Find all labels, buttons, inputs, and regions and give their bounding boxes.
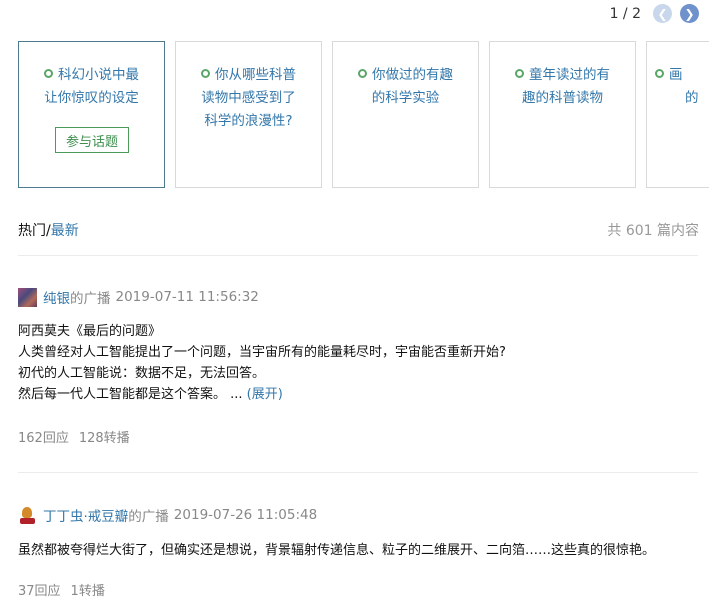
- feed-post: 丁丁虫·戒豆瓣 的广播 2019-07-26 11:05:48 虽然都被夸得烂大…: [18, 505, 698, 599]
- topic-title[interactable]: 画 的: [655, 64, 709, 110]
- content-count: 共 601 篇内容: [607, 223, 699, 239]
- topic-dot-icon: [44, 69, 53, 78]
- post-timestamp[interactable]: 2019-07-26 11:05:48: [174, 507, 317, 523]
- post-action: 的广播: [128, 509, 169, 525]
- pagination: 1 / 2 ❮ ❯: [610, 4, 699, 23]
- avatar[interactable]: [18, 287, 37, 307]
- replies-link[interactable]: 37回应: [18, 584, 61, 599]
- avatar[interactable]: [18, 505, 37, 525]
- topic-card[interactable]: 画 的: [646, 41, 709, 188]
- topic-card[interactable]: 你做过的有趣 的科学实验: [332, 41, 479, 188]
- topic-title[interactable]: 童年读过的有 趣的科普读物: [502, 64, 623, 110]
- post-stats: 37回应 1转播: [18, 580, 698, 599]
- divider: [18, 472, 698, 473]
- topic-carousel: 科幻小说中最 让你惊叹的设定 参与话题 你从哪些科普 读物中感受到了 科学的浪漫…: [18, 41, 709, 188]
- tab-latest[interactable]: 最新: [51, 223, 79, 239]
- tab-hot[interactable]: 热门: [18, 223, 46, 239]
- feed-post: 纯银 的广播 2019-07-11 11:56:32 阿西莫夫《最后的问题》 人…: [18, 287, 698, 446]
- feed-tabs-row: 热门/最新 共 601 篇内容: [18, 220, 709, 240]
- topic-dot-icon: [201, 69, 210, 78]
- expand-link[interactable]: (展开): [247, 387, 283, 402]
- post-stats: 162回应 128转播: [18, 427, 698, 446]
- divider: [18, 255, 698, 256]
- replies-link[interactable]: 162回应: [18, 431, 69, 446]
- chevron-right-icon[interactable]: ❯: [680, 4, 699, 23]
- username-link[interactable]: 丁丁虫·戒豆瓣: [43, 505, 128, 525]
- reposts-link[interactable]: 1转播: [71, 584, 105, 599]
- post-content: 虽然都被夸得烂大街了，但确实还是想说，背景辐射传递信息、粒子的二维展开、二向箔……: [18, 543, 656, 558]
- topic-dot-icon: [515, 69, 524, 78]
- post-header: 纯银 的广播 2019-07-11 11:56:32: [18, 287, 698, 307]
- sort-tabs: 热门/最新: [18, 220, 79, 240]
- topic-card[interactable]: 童年读过的有 趣的科普读物: [489, 41, 636, 188]
- post-timestamp[interactable]: 2019-07-11 11:56:32: [116, 289, 259, 305]
- post-content: 阿西莫夫《最后的问题》 人类曾经对人工智能提出了一个问题，当宇宙所有的能量耗尽时…: [18, 324, 506, 402]
- post-action: 的广播: [70, 291, 111, 307]
- topic-card[interactable]: 科幻小说中最 让你惊叹的设定 参与话题: [18, 41, 165, 188]
- join-topic-button[interactable]: 参与话题: [55, 127, 129, 153]
- topic-card[interactable]: 你从哪些科普 读物中感受到了 科学的浪漫性?: [175, 41, 322, 188]
- topic-title[interactable]: 你做过的有趣 的科学实验: [345, 64, 466, 110]
- reposts-link[interactable]: 128转播: [79, 431, 130, 446]
- username-link[interactable]: 纯银: [43, 287, 70, 307]
- chevron-left-icon[interactable]: ❮: [653, 4, 672, 23]
- topic-dot-icon: [358, 69, 367, 78]
- post-header: 丁丁虫·戒豆瓣 的广播 2019-07-26 11:05:48: [18, 505, 698, 525]
- page-indicator: 1 / 2: [609, 5, 641, 22]
- topic-title[interactable]: 你从哪些科普 读物中感受到了 科学的浪漫性?: [188, 64, 309, 133]
- topic-title[interactable]: 科幻小说中最 让你惊叹的设定: [31, 64, 152, 110]
- topic-dot-icon: [655, 69, 664, 78]
